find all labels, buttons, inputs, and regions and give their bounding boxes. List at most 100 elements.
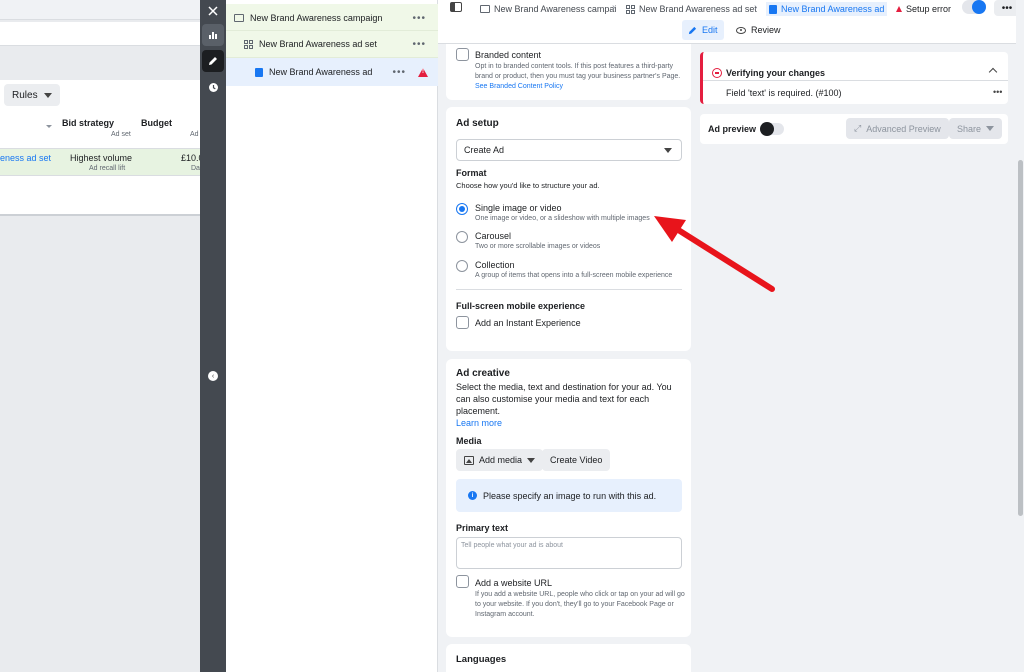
scrollbar-thumb[interactable] — [1018, 160, 1023, 516]
tab-edit-label: Edit — [702, 25, 718, 35]
chevron-down-icon — [43, 92, 52, 98]
create-ad-select[interactable]: Create Ad — [456, 139, 682, 161]
languages-section: Languages — [446, 644, 691, 672]
format-radio-collection[interactable] — [456, 260, 468, 272]
ad-preview-bar: Ad preview ⤢ Advanced Preview Share — [700, 114, 1008, 144]
chevron-up-icon[interactable] — [988, 67, 998, 77]
row-bid-sub: Ad recall lift — [89, 165, 126, 172]
ad-creative-section: Ad creative Select the media, text and d… — [446, 359, 691, 637]
more-icon: ••• — [1001, 2, 1013, 14]
reporting-button[interactable] — [202, 24, 224, 46]
breadcrumb-ad[interactable]: New Brand Awareness ad — [766, 2, 888, 16]
tab-edit[interactable]: Edit — [682, 20, 724, 40]
format-radio-carousel[interactable] — [456, 231, 468, 243]
more-icon[interactable]: ••• — [392, 67, 406, 78]
history-button[interactable] — [202, 76, 224, 98]
chevron-right-icon: › — [612, 2, 616, 13]
right-panel: Verifying your changes Field 'text' is r… — [696, 44, 1024, 672]
error-icon — [712, 68, 722, 78]
instant-experience-checkbox[interactable] — [456, 316, 469, 329]
tree-adset-label: New Brand Awareness ad set — [259, 39, 377, 49]
tab-review[interactable]: Review — [730, 20, 787, 40]
branded-content-policy-link[interactable]: See Branded Content Policy — [475, 83, 563, 90]
format-collection-desc: A group of items that opens into a full-… — [475, 272, 673, 279]
info-icon: i — [468, 491, 477, 500]
pencil-icon — [688, 26, 697, 34]
fullscreen-label: Full-screen mobile experience — [456, 301, 586, 311]
row-name[interactable]: eness ad set — [0, 153, 51, 163]
more-icon[interactable]: ••• — [993, 86, 1002, 98]
more-icon[interactable]: ••• — [412, 13, 426, 24]
share-button[interactable]: Share — [949, 118, 1003, 139]
tab-review-label: Review — [751, 25, 781, 35]
adset-grid-icon — [244, 39, 253, 49]
branded-content-desc: Opt in to branded content tools. If this… — [475, 62, 689, 92]
ad-status-toggle[interactable] — [962, 0, 986, 14]
row-budget-sub: Da — [191, 165, 200, 172]
create-video-button[interactable]: Create Video — [542, 449, 611, 471]
campaign-tree: New Brand Awareness campaign ••• New Bra… — [226, 0, 438, 672]
website-url-checkbox[interactable] — [456, 575, 469, 588]
close-icon — [208, 6, 218, 16]
close-button[interactable] — [202, 0, 224, 22]
website-url-label[interactable]: Add a website URL — [475, 577, 552, 589]
folder-icon — [480, 5, 490, 13]
divider — [703, 80, 1008, 81]
format-single-image-label[interactable]: Single image or video — [475, 202, 562, 214]
row-bid-strategy: Highest volume — [70, 153, 133, 163]
breadcrumb-campaign[interactable]: New Brand Awareness campai — [480, 2, 616, 16]
tree-item-ad[interactable]: New Brand Awareness ad ••• — [226, 58, 438, 86]
tree-item-campaign[interactable]: New Brand Awareness campaign ••• — [226, 4, 438, 32]
more-icon[interactable]: ••• — [412, 39, 426, 50]
column-header-budget[interactable]: Budget — [141, 118, 172, 128]
verification-error-message: Field 'text' is required. (#100) — [726, 88, 842, 98]
format-radio-single-image[interactable] — [456, 203, 468, 215]
format-desc: Choose how you'd like to structure your … — [456, 181, 600, 190]
branded-content-section: Branded content Opt in to branded conten… — [446, 44, 691, 100]
warning-icon — [896, 6, 902, 12]
advanced-preview-button[interactable]: ⤢ Advanced Preview — [846, 118, 949, 139]
table-row[interactable]: eness ad set Highest volume Ad recall li… — [0, 148, 200, 176]
ad-preview-label: Ad preview — [708, 124, 757, 134]
chevron-down-icon — [664, 147, 672, 153]
primary-text-input[interactable] — [456, 537, 682, 569]
scrollbar[interactable] — [1016, 0, 1024, 672]
format-carousel-label[interactable]: Carousel — [475, 230, 511, 242]
eye-icon — [736, 26, 746, 34]
ad-preview-toggle[interactable] — [760, 122, 784, 136]
breadcrumb-adset-label: New Brand Awareness ad set — [639, 4, 757, 14]
background-table: Bid strategy Ad set Budget Ad eness ad s… — [0, 110, 200, 216]
chevron-right-icon: › — [754, 2, 758, 13]
share-label: Share — [957, 123, 982, 134]
adset-grid-icon — [626, 4, 635, 14]
edit-mode-button[interactable] — [202, 50, 224, 72]
row-budget: £10.0 — [181, 153, 200, 163]
sidebar-toggle-icon[interactable] — [450, 2, 462, 12]
format-collection-label[interactable]: Collection — [475, 259, 515, 271]
background-ads-manager: Rules Bid strategy Ad set Budget Ad enes… — [0, 0, 200, 672]
verification-title: Verifying your changes — [726, 68, 826, 78]
branded-content-checkbox[interactable] — [456, 48, 469, 61]
format-carousel-desc: Two or more scrollable images or videos — [475, 243, 601, 250]
setup-error-status[interactable]: Setup error — [896, 2, 951, 16]
branded-content-desc-text: Opt in to branded content tools. If this… — [475, 63, 681, 80]
column-header-bid-strategy[interactable]: Bid strategy — [62, 118, 114, 128]
breadcrumb-adset[interactable]: New Brand Awareness ad set — [626, 2, 757, 16]
breadcrumb-ad-label: New Brand Awareness ad — [781, 4, 885, 14]
instant-experience-label[interactable]: Add an Instant Experience — [475, 317, 581, 329]
collapse-panel-button[interactable]: ‹ — [208, 371, 218, 381]
editor-topbar: New Brand Awareness campai › New Brand A… — [438, 0, 1024, 44]
ad-icon — [769, 4, 777, 14]
annotation-arrow-icon — [654, 216, 775, 292]
ad-creative-title: Ad creative — [456, 368, 510, 379]
rules-button[interactable]: Rules — [4, 84, 60, 106]
tree-ad-label: New Brand Awareness ad — [269, 67, 373, 77]
ad-form: Branded content Opt in to branded conten… — [438, 44, 696, 672]
learn-more-link[interactable]: Learn more — [456, 418, 502, 428]
add-media-button[interactable]: Add media — [456, 449, 544, 471]
warning-icon — [418, 67, 428, 77]
tree-item-adset[interactable]: New Brand Awareness ad set ••• — [226, 30, 438, 58]
sort-icon[interactable] — [46, 125, 52, 128]
pencil-icon — [209, 57, 217, 65]
add-media-label: Add media — [479, 455, 523, 465]
